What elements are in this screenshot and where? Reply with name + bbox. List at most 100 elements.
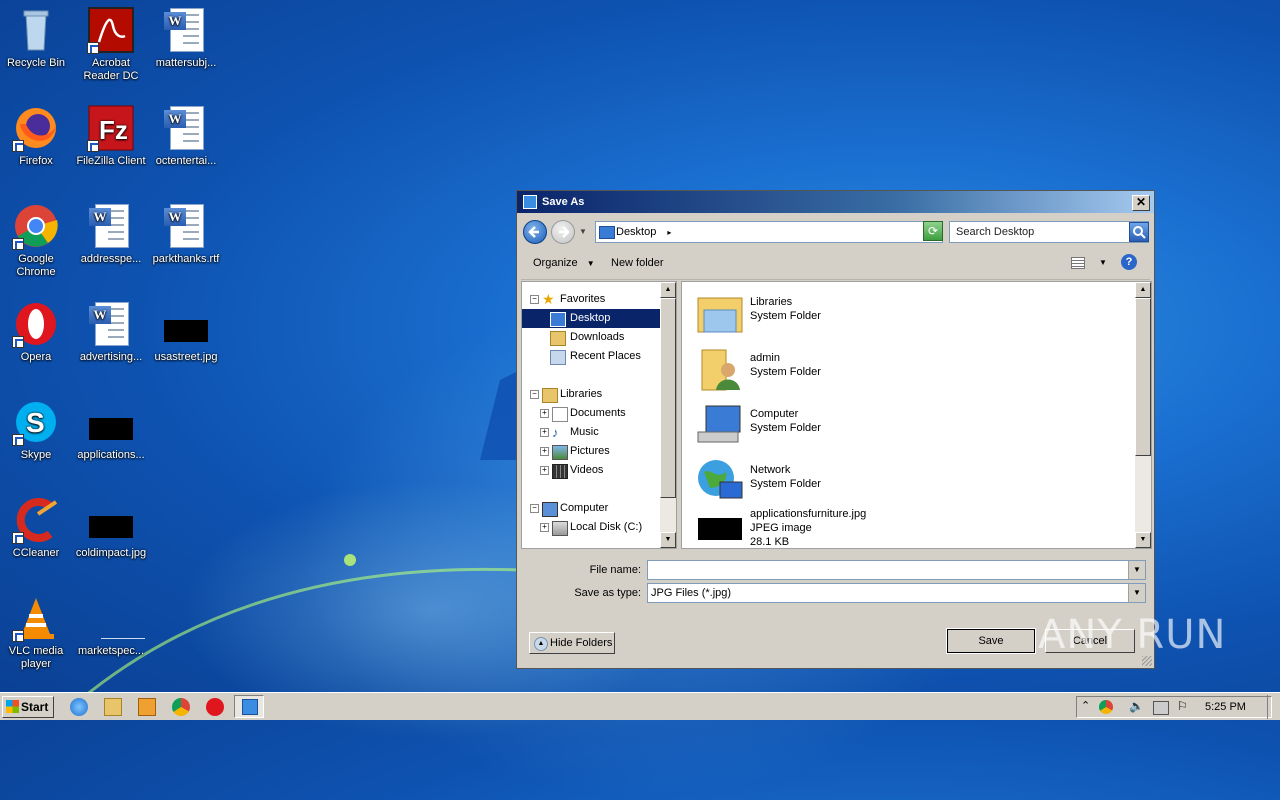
hide-folders-button[interactable]: ▲ Hide Folders: [529, 632, 615, 654]
computer-icon: [696, 402, 744, 448]
scroll-thumb[interactable]: [660, 298, 676, 498]
shortcut-arrow-icon: [12, 238, 24, 250]
nav-scrollbar[interactable]: ▲ ▼: [660, 282, 676, 548]
recent-pages-chevron-down-icon[interactable]: ▼: [579, 227, 587, 236]
desktop-icon-doc-advertising[interactable]: W advertising...: [75, 300, 147, 364]
tree-item-music[interactable]: + ♪ Music: [522, 423, 662, 442]
file-type: System Folder: [750, 310, 821, 322]
view-chevron-down-icon[interactable]: ▼: [1099, 258, 1107, 267]
desktop-icon-usastreet[interactable]: usastreet.jpg: [150, 300, 222, 364]
tree-label: Computer: [560, 502, 609, 514]
search-icon[interactable]: [1129, 222, 1149, 242]
show-desktop-button[interactable]: [1267, 695, 1280, 719]
expand-icon[interactable]: +: [540, 523, 549, 532]
chrome-tray-icon[interactable]: [1099, 700, 1113, 714]
desktop-icon-applications[interactable]: applications...: [75, 398, 147, 462]
desktop-icon-recycle-bin[interactable]: Recycle Bin: [0, 6, 72, 70]
organize-button[interactable]: Organize ▼: [533, 257, 595, 269]
desktop-icon-chrome[interactable]: Google Chrome: [0, 202, 72, 279]
desktop-icon-vlc[interactable]: VLC media player: [0, 594, 72, 671]
desktop-icon-firefox[interactable]: Firefox: [0, 104, 72, 168]
desktop-icon-acrobat[interactable]: Acrobat Reader DC: [75, 6, 147, 83]
tree-label: Libraries: [560, 388, 603, 400]
close-button[interactable]: ✕: [1132, 195, 1150, 211]
file-name-input[interactable]: ▼: [647, 560, 1146, 580]
ccleaner-icon: [12, 496, 60, 544]
clock[interactable]: 5:25 PM: [1205, 701, 1246, 713]
volume-icon[interactable]: 🔈: [1129, 699, 1144, 713]
desktop-icon-coldimpact[interactable]: coldimpact.jpg: [75, 496, 147, 560]
desktop-icon-doc-octentertai[interactable]: W octentertai...: [150, 104, 222, 168]
file-item[interactable]: Network System Folder: [696, 456, 1116, 506]
desktop-icon-label: parkthanks.rtf: [152, 253, 220, 265]
network-tray-icon[interactable]: [1153, 701, 1169, 715]
address-bar[interactable]: Desktop ▸ ▼: [595, 221, 943, 243]
file-explorer-icon[interactable]: [104, 698, 122, 716]
back-button[interactable]: [523, 220, 547, 244]
search-input[interactable]: Search Desktop: [949, 221, 1149, 243]
collapse-icon[interactable]: −: [530, 390, 539, 399]
opera-taskbar-icon[interactable]: [206, 698, 224, 716]
scroll-down-icon[interactable]: ▼: [1135, 532, 1151, 548]
expand-icon[interactable]: +: [540, 447, 549, 456]
active-window-task-button[interactable]: [234, 695, 264, 718]
chrome-taskbar-icon[interactable]: [172, 698, 190, 716]
file-item[interactable]: Libraries System Folder: [696, 288, 1116, 338]
tree-item-favorites[interactable]: − ★ Favorites: [522, 290, 662, 309]
tree-item-downloads[interactable]: Downloads: [522, 328, 662, 347]
forward-button[interactable]: [551, 220, 575, 244]
action-center-flag-icon[interactable]: ⚐: [1177, 699, 1188, 713]
desktop-icon-skype[interactable]: S Skype: [0, 398, 72, 462]
star-icon: ★: [542, 291, 555, 307]
save-as-dialog: Save As ✕ ▼ Desktop ▸ ▼ ⟳ Search Desktop…: [516, 190, 1155, 669]
desktop-icon-doc-addresspe[interactable]: W addresspe...: [75, 202, 147, 266]
desktop-icon-doc-mattersubj[interactable]: W mattersubj...: [150, 6, 222, 70]
file-list-pane: Libraries System Folder admin System Fol…: [681, 281, 1152, 549]
save-type-dropdown-icon[interactable]: ▼: [1128, 584, 1145, 602]
files-scrollbar[interactable]: ▲ ▼: [1135, 282, 1151, 548]
new-folder-button[interactable]: New folder: [611, 257, 664, 269]
tree-label: Music: [570, 426, 599, 438]
save-button[interactable]: Save: [946, 628, 1036, 654]
tree-item-recent-places[interactable]: Recent Places: [522, 347, 662, 366]
file-item[interactable]: applicationsfurniture.jpg JPEG image 28.…: [696, 508, 1116, 548]
tree-item-videos[interactable]: + Videos: [522, 461, 662, 480]
file-item[interactable]: Computer System Folder: [696, 400, 1116, 450]
desktop-icon-ccleaner[interactable]: CCleaner: [0, 496, 72, 560]
expand-icon[interactable]: +: [540, 466, 549, 475]
tree-item-pictures[interactable]: + Pictures: [522, 442, 662, 461]
tree-item-local-disk[interactable]: + Local Disk (C:): [522, 518, 662, 537]
file-type: System Folder: [750, 422, 821, 434]
save-type-label: Save as type:: [574, 587, 641, 599]
pictures-icon: [552, 445, 568, 460]
view-options-icon[interactable]: [1071, 257, 1085, 269]
tree-item-computer[interactable]: − Computer: [522, 499, 662, 518]
collapse-icon[interactable]: −: [530, 295, 539, 304]
expand-icon[interactable]: +: [540, 428, 549, 437]
breadcrumb-chevron-icon[interactable]: ▸: [667, 228, 671, 237]
desktop-icon-doc-parkthanks[interactable]: W parkthanks.rtf: [150, 202, 222, 266]
file-name-dropdown-icon[interactable]: ▼: [1128, 561, 1145, 579]
refresh-icon[interactable]: ⟳: [923, 221, 943, 241]
tree-item-desktop[interactable]: Desktop: [522, 309, 662, 328]
internet-explorer-icon[interactable]: [70, 698, 88, 716]
tree-item-documents[interactable]: + Documents: [522, 404, 662, 423]
media-player-icon[interactable]: [138, 698, 156, 716]
show-hidden-icons-chevron-icon[interactable]: ⌃: [1081, 699, 1090, 712]
desktop-icon-label: advertising...: [79, 351, 143, 363]
scroll-down-icon[interactable]: ▼: [660, 532, 676, 548]
collapse-icon[interactable]: −: [530, 504, 539, 513]
desktop-icon-opera[interactable]: Opera: [0, 300, 72, 364]
start-button[interactable]: Start: [2, 696, 54, 718]
save-type-select[interactable]: JPG Files (*.jpg) ▼: [647, 583, 1146, 603]
desktop-icon-filezilla[interactable]: Fz FileZilla Client: [75, 104, 147, 168]
expand-icon[interactable]: +: [540, 409, 549, 418]
dialog-titlebar[interactable]: Save As: [517, 191, 1154, 213]
scroll-up-icon[interactable]: ▲: [660, 282, 676, 298]
scroll-thumb[interactable]: [1135, 298, 1151, 456]
tree-item-libraries[interactable]: − Libraries: [522, 385, 662, 404]
desktop-icon-marketspec[interactable]: marketspec...: [75, 594, 147, 658]
help-icon[interactable]: ?: [1121, 254, 1137, 270]
file-item[interactable]: admin System Folder: [696, 344, 1116, 394]
scroll-up-icon[interactable]: ▲: [1135, 282, 1151, 298]
